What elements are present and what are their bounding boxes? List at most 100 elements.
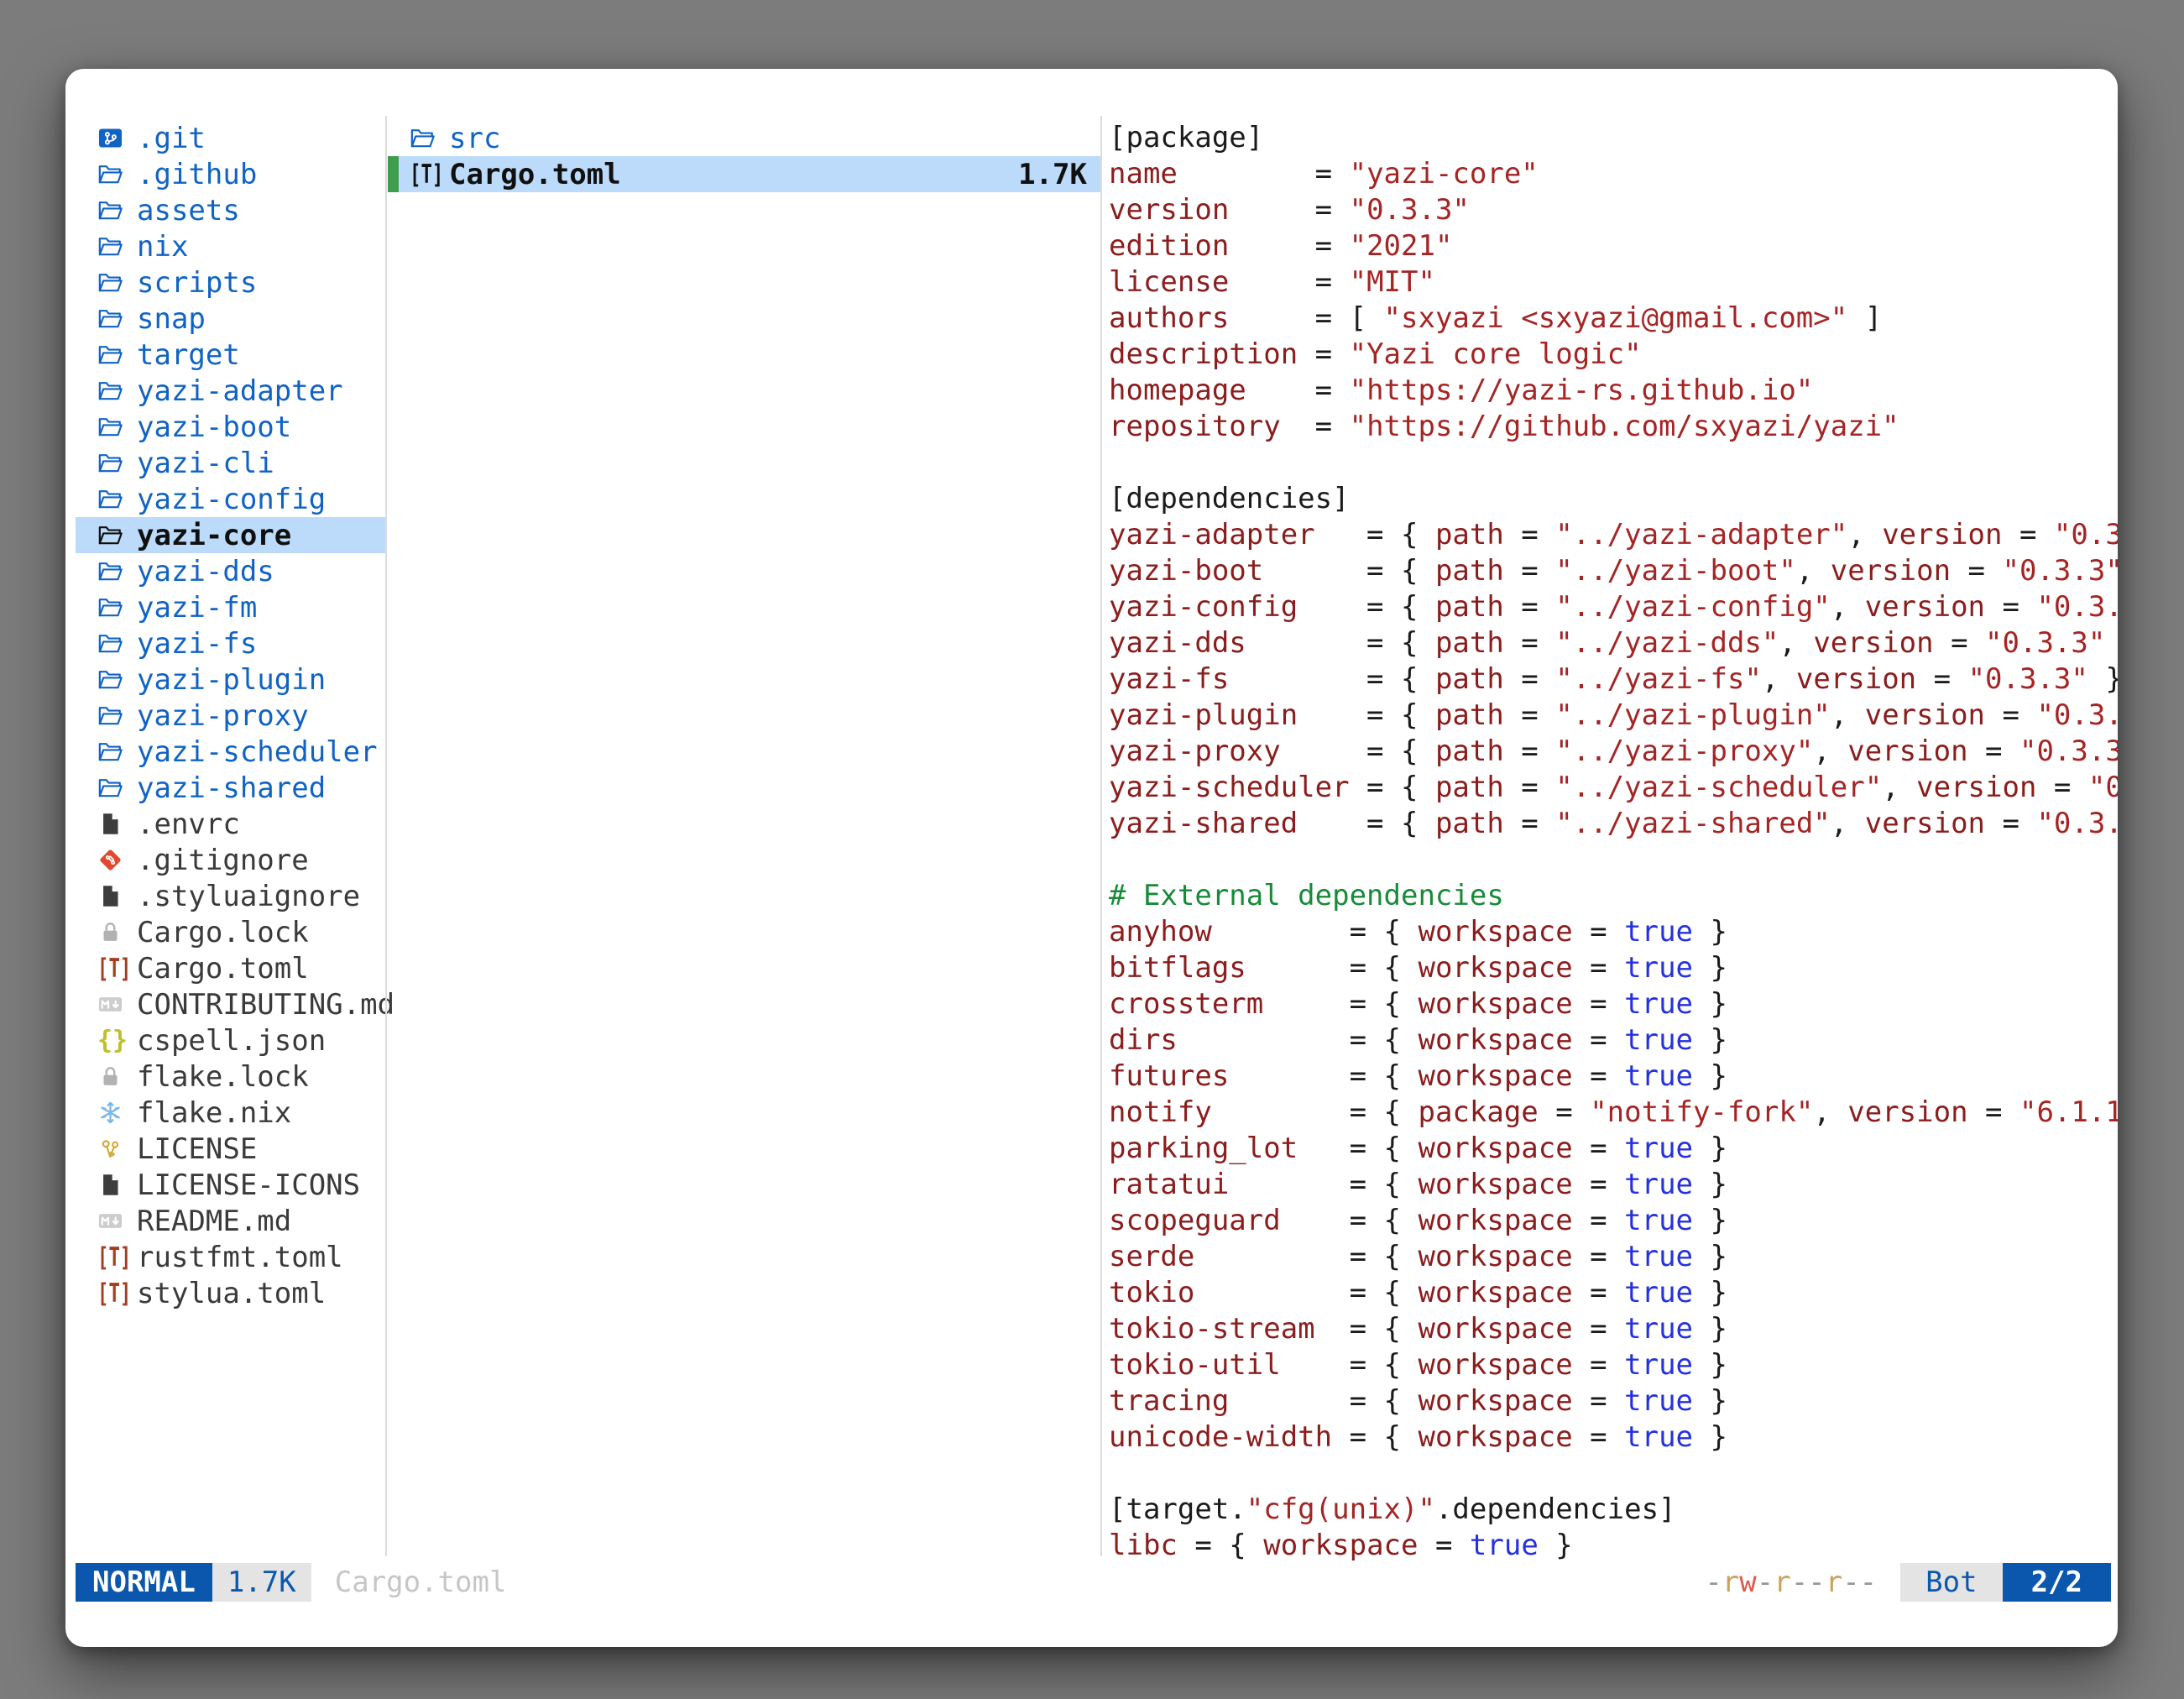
- file-row-yazi-fm[interactable]: yazi-fm: [76, 589, 386, 625]
- file-row-Cargo.lock[interactable]: Cargo.lock: [76, 914, 386, 950]
- file-row-LICENSE-ICONS[interactable]: LICENSE-ICONS: [76, 1167, 386, 1203]
- folder-open-icon: [97, 414, 137, 440]
- preview-line: notify = { package = "notify-fork", vers…: [1109, 1095, 2118, 1131]
- file-row-Cargo.toml[interactable]: [T]Cargo.toml 1.7K: [388, 156, 1100, 192]
- file-row-Cargo.toml[interactable]: [T]Cargo.toml: [76, 950, 386, 986]
- file-row-yazi-cli[interactable]: yazi-cli: [76, 445, 386, 481]
- file-row-yazi-plugin[interactable]: yazi-plugin: [76, 661, 386, 698]
- file-label: yazi-cli: [137, 447, 274, 480]
- file-size: 1.7K: [1018, 158, 1100, 191]
- preview-line: name = "yazi-core": [1109, 156, 2118, 192]
- file-row-CONTRIBUTING.md[interactable]: CONTRIBUTING.md: [76, 986, 386, 1022]
- tab-page-badge: 2/2: [2003, 1563, 2111, 1602]
- file-label: yazi-core: [137, 519, 291, 552]
- file-row-cspell.json[interactable]: {}cspell.json: [76, 1022, 386, 1059]
- toml-icon: [T]: [97, 1278, 137, 1309]
- preview-line: [target."cfg(unix)".dependencies]: [1109, 1492, 2118, 1528]
- file-row-flake.nix[interactable]: flake.nix: [76, 1095, 386, 1131]
- preview-line: authors = [ "sxyazi <sxyazi@gmail.com>" …: [1109, 301, 2118, 337]
- file-row-.styluaignore[interactable]: .styluaignore: [76, 878, 386, 914]
- folder-open-icon: [97, 703, 137, 729]
- folder-open-icon: [97, 161, 137, 187]
- file-row-assets[interactable]: assets: [76, 192, 386, 228]
- preview-line: edition = "2021": [1109, 228, 2118, 264]
- file-label: yazi-boot: [137, 410, 291, 444]
- nix-snowflake-icon: [97, 1100, 137, 1126]
- file-row-yazi-scheduler[interactable]: yazi-scheduler: [76, 734, 386, 770]
- file-row-.github[interactable]: .github: [76, 156, 386, 192]
- file-row-yazi-boot[interactable]: yazi-boot: [76, 409, 386, 445]
- folder-open-icon: [97, 522, 137, 548]
- folder-open-icon: [97, 233, 137, 259]
- preview-line: yazi-boot = { path = "../yazi-boot", ver…: [1109, 553, 2118, 589]
- file-row-.envrc[interactable]: .envrc: [76, 806, 386, 842]
- preview-line: unicode-width = { workspace = true }: [1109, 1419, 2118, 1456]
- file-label: stylua.toml: [137, 1277, 326, 1310]
- file-row-yazi-core[interactable]: yazi-core: [76, 517, 386, 553]
- file-label: rustfmt.toml: [137, 1241, 343, 1274]
- file-row-.git[interactable]: .git: [76, 120, 386, 156]
- folder-open-icon: [410, 125, 449, 151]
- status-bar-right: -rw-r--r-- Bot 2/2: [1705, 1563, 2111, 1602]
- yazi-terminal-window: .git.githubassetsnixscriptssnaptargetyaz…: [65, 69, 2118, 1647]
- preview-line: bitflags = { workspace = true }: [1109, 950, 2118, 986]
- file-label: .styluaignore: [137, 880, 360, 913]
- preview-line: ratatui = { workspace = true }: [1109, 1167, 2118, 1203]
- file-row-yazi-shared[interactable]: yazi-shared: [76, 770, 386, 806]
- file-row-stylua.toml[interactable]: [T]stylua.toml: [76, 1275, 386, 1311]
- preview-line: yazi-plugin = { path = "../yazi-plugin",…: [1109, 698, 2118, 734]
- toml-icon: [T]: [410, 159, 449, 190]
- folder-open-icon: [97, 594, 137, 620]
- file-row-yazi-adapter[interactable]: yazi-adapter: [76, 373, 386, 409]
- lock-icon: [97, 1064, 137, 1090]
- preview-line: repository = "https://github.com/sxyazi/…: [1109, 409, 2118, 445]
- file-label: flake.nix: [137, 1096, 291, 1130]
- file-label: yazi-dds: [137, 555, 274, 588]
- folder-open-icon: [97, 739, 137, 765]
- preview-line: libc = { workspace = true }: [1109, 1528, 2118, 1564]
- file-row-LICENSE[interactable]: LICENSE: [76, 1131, 386, 1167]
- preview-line: anyhow = { workspace = true }: [1109, 914, 2118, 950]
- file-label: src: [449, 122, 500, 155]
- preview-line: yazi-config = { path = "../yazi-config",…: [1109, 589, 2118, 625]
- folder-open-icon: [97, 486, 137, 512]
- json-icon: {}: [97, 1026, 137, 1055]
- folder-open-icon: [97, 306, 137, 332]
- preview-line: crossterm = { workspace = true }: [1109, 986, 2118, 1022]
- preview-pane[interactable]: [package]name = "yazi-core"version = "0.…: [1109, 120, 2118, 1566]
- file-row-target[interactable]: target: [76, 337, 386, 373]
- file-row-.gitignore[interactable]: .gitignore: [76, 842, 386, 878]
- file-label: cspell.json: [137, 1024, 326, 1058]
- file-row-yazi-proxy[interactable]: yazi-proxy: [76, 698, 386, 734]
- file-row-nix[interactable]: nix: [76, 228, 386, 264]
- current-pane: src[T]Cargo.toml 1.7K: [388, 120, 1100, 192]
- file-label: Cargo.toml: [449, 158, 621, 191]
- file-row-yazi-config[interactable]: yazi-config: [76, 481, 386, 517]
- lock-icon: [97, 919, 137, 945]
- folder-open-icon: [97, 269, 137, 295]
- pane-divider: [1100, 116, 1102, 1556]
- preview-line: yazi-scheduler = { path = "../yazi-sched…: [1109, 770, 2118, 806]
- file-row-scripts[interactable]: scripts: [76, 264, 386, 301]
- file-label: target: [137, 338, 240, 372]
- file-row-rustfmt.toml[interactable]: [T]rustfmt.toml: [76, 1239, 386, 1275]
- file-label: snap: [137, 302, 206, 336]
- file-label: LICENSE-ICONS: [137, 1168, 360, 1202]
- file-label: yazi-fm: [137, 591, 257, 625]
- file-row-src[interactable]: src: [388, 120, 1100, 156]
- file-label: .git: [137, 122, 206, 155]
- folder-open-icon: [97, 197, 137, 223]
- toml-icon: [T]: [97, 954, 137, 984]
- file-size-badge: 1.7K: [212, 1563, 311, 1602]
- file-label: flake.lock: [137, 1060, 309, 1094]
- file-row-yazi-dds[interactable]: yazi-dds: [76, 553, 386, 589]
- file-row-README.md[interactable]: README.md: [76, 1203, 386, 1239]
- folder-open-icon: [97, 775, 137, 801]
- folder-open-icon: [97, 667, 137, 693]
- file-label: yazi-plugin: [137, 663, 326, 697]
- file-row-flake.lock[interactable]: flake.lock: [76, 1059, 386, 1095]
- file-row-yazi-fs[interactable]: yazi-fs: [76, 625, 386, 661]
- preview-line: yazi-proxy = { path = "../yazi-proxy", v…: [1109, 734, 2118, 770]
- file-row-snap[interactable]: snap: [76, 301, 386, 337]
- folder-open-icon: [97, 378, 137, 404]
